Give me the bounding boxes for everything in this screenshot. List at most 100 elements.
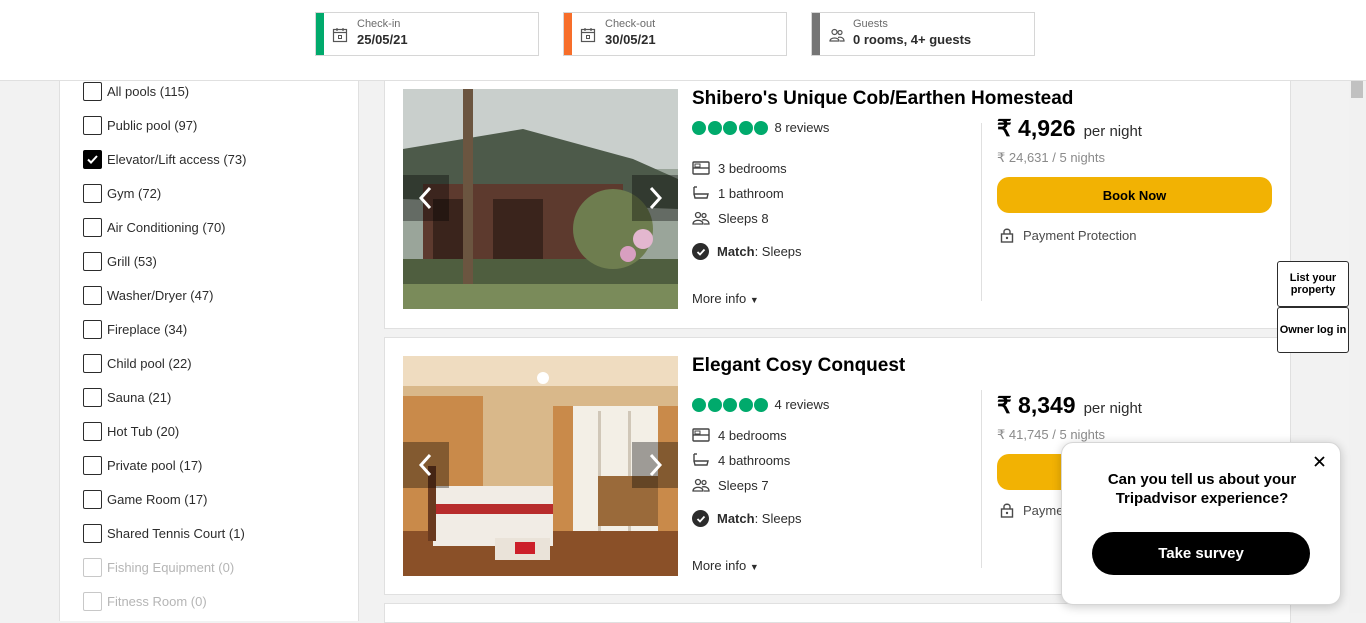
- filter-item[interactable]: All pools (115): [83, 81, 189, 101]
- more-info-link[interactable]: More info ▼: [692, 291, 759, 306]
- chevron-left-icon: [418, 186, 432, 210]
- bathrooms: 1 bathroom: [692, 185, 784, 201]
- next-photo-button[interactable]: [632, 442, 678, 488]
- sleeps-label: Sleeps 8: [718, 210, 769, 226]
- filter-item[interactable]: Grill (53): [83, 251, 157, 271]
- per-night-label: per night: [1083, 123, 1142, 140]
- checkin-field[interactable]: Check-in 25/05/21: [315, 12, 539, 56]
- listing-photo[interactable]: [403, 356, 678, 576]
- people-icon: [692, 477, 712, 493]
- book-now-button[interactable]: Book Now: [997, 177, 1272, 213]
- filter-item[interactable]: Fireplace (34): [83, 319, 187, 339]
- bathtub-icon: [692, 185, 712, 201]
- filter-label: Sauna (21): [107, 389, 172, 405]
- checkbox[interactable]: [83, 319, 102, 339]
- checkbox[interactable]: [83, 387, 102, 407]
- checkbox[interactable]: [83, 421, 102, 441]
- checkbox[interactable]: [83, 183, 102, 203]
- next-photo-button[interactable]: [632, 175, 678, 221]
- filter-item[interactable]: Game Room (17): [83, 489, 207, 509]
- rating[interactable]: 4 reviews: [692, 397, 829, 412]
- divider: [981, 390, 982, 568]
- filter-item[interactable]: Public pool (97): [83, 115, 197, 135]
- filter-item[interactable]: Gym (72): [83, 183, 161, 203]
- checkbox-checked[interactable]: [83, 149, 102, 169]
- filter-item[interactable]: Private pool (17): [83, 455, 202, 475]
- bathrooms-label: 4 bathrooms: [718, 452, 791, 468]
- review-count: 4 reviews: [774, 397, 830, 412]
- bed-icon: [692, 160, 712, 176]
- filter-label: Elevator/Lift access (73): [107, 151, 247, 167]
- checkout-value: 30/05/21: [605, 32, 656, 47]
- checkbox[interactable]: [83, 81, 102, 101]
- listing-card[interactable]: Shibero's Unique Cob/Earthen Homestead 8…: [384, 81, 1291, 329]
- guests-field[interactable]: Guests 0 rooms, 4+ guests: [811, 12, 1035, 56]
- filter-label: Public pool (97): [107, 117, 198, 133]
- filter-label: Game Room (17): [107, 491, 208, 507]
- sleeps: Sleeps 7: [692, 477, 769, 493]
- total-price: ₹ 24,631 / 5 nights: [997, 150, 1106, 165]
- rating[interactable]: 8 reviews: [692, 120, 829, 135]
- survey-question: Can you tell us about your Tripadvisor e…: [1107, 471, 1297, 507]
- people-icon: [692, 210, 712, 226]
- bedrooms-label: 3 bedrooms: [718, 160, 787, 176]
- payment-protection[interactable]: Payme: [999, 502, 1063, 518]
- checkbox[interactable]: [83, 115, 102, 135]
- survey-popup: Can you tell us about your Tripadvisor e…: [1061, 442, 1341, 605]
- prev-photo-button[interactable]: [403, 175, 449, 221]
- close-icon[interactable]: [1311, 453, 1327, 469]
- checkbox[interactable]: [83, 489, 102, 509]
- checkout-field[interactable]: Check-out 30/05/21: [563, 12, 787, 56]
- checkbox[interactable]: [83, 285, 102, 305]
- match-value: : Sleeps: [754, 511, 802, 526]
- checkbox[interactable]: [83, 251, 102, 271]
- rating-bubble: [738, 120, 753, 135]
- more-info-link[interactable]: More info ▼: [692, 558, 759, 573]
- filter-label: Child pool (22): [107, 355, 192, 371]
- total-price: ₹ 41,745 / 5 nights: [997, 427, 1106, 442]
- checkbox[interactable]: [83, 455, 102, 475]
- price: ₹ 4,926 per night: [997, 115, 1142, 142]
- listing-title[interactable]: Elegant Cosy Conquest: [692, 355, 905, 377]
- bathrooms-label: 1 bathroom: [718, 185, 784, 201]
- bedrooms-label: 4 bedrooms: [718, 427, 787, 443]
- match-indicator: Match: Sleeps: [692, 510, 802, 527]
- scrollbar[interactable]: [1349, 73, 1366, 613]
- filter-item[interactable]: Elevator/Lift access (73): [83, 149, 246, 169]
- list-property-button[interactable]: List your property: [1277, 261, 1349, 307]
- checkbox[interactable]: [83, 523, 102, 543]
- match-value: : Sleeps: [754, 244, 802, 259]
- rating-bubble: [723, 120, 737, 135]
- divider: [981, 123, 982, 301]
- review-count: 8 reviews: [774, 120, 830, 135]
- prev-photo-button[interactable]: [403, 442, 449, 488]
- filter-item[interactable]: Child pool (22): [83, 353, 192, 373]
- filter-item[interactable]: Hot Tub (20): [83, 421, 179, 441]
- owner-login-button[interactable]: Owner log in: [1277, 307, 1349, 353]
- listing-card[interactable]: [384, 603, 1291, 623]
- listing-photo[interactable]: [403, 89, 678, 309]
- checkbox-disabled: [83, 591, 102, 611]
- listing-title[interactable]: Shibero's Unique Cob/Earthen Homestead: [692, 88, 1073, 110]
- checkbox[interactable]: [83, 217, 102, 237]
- filter-item: Fitness Room (0): [83, 591, 207, 611]
- take-survey-button[interactable]: Take survey: [1092, 532, 1310, 575]
- filter-label: Fitness Room (0): [107, 593, 207, 609]
- sleeps: Sleeps 8: [692, 210, 769, 226]
- checkin-value: 25/05/21: [357, 32, 408, 47]
- filter-item[interactable]: Air Conditioning (70): [83, 217, 226, 237]
- filter-item[interactable]: Washer/Dryer (47): [83, 285, 213, 305]
- filter-label: Fishing Equipment (0): [107, 559, 235, 575]
- checkbox[interactable]: [83, 353, 102, 373]
- payment-protection-label: Payme: [1023, 502, 1064, 518]
- bedrooms: 3 bedrooms: [692, 160, 787, 176]
- guests-value: 0 rooms, 4+ guests: [853, 32, 972, 47]
- filter-item[interactable]: Sauna (21): [83, 387, 171, 407]
- filter-label: Air Conditioning (70): [107, 219, 226, 235]
- more-info-label: More info: [692, 558, 747, 573]
- payment-protection[interactable]: Payment Protection: [999, 227, 1136, 243]
- sleeps-label: Sleeps 7: [718, 477, 769, 493]
- calendar-icon: [332, 28, 348, 43]
- filter-item[interactable]: Shared Tennis Court (1): [83, 523, 245, 543]
- rating-bubble: [692, 120, 706, 135]
